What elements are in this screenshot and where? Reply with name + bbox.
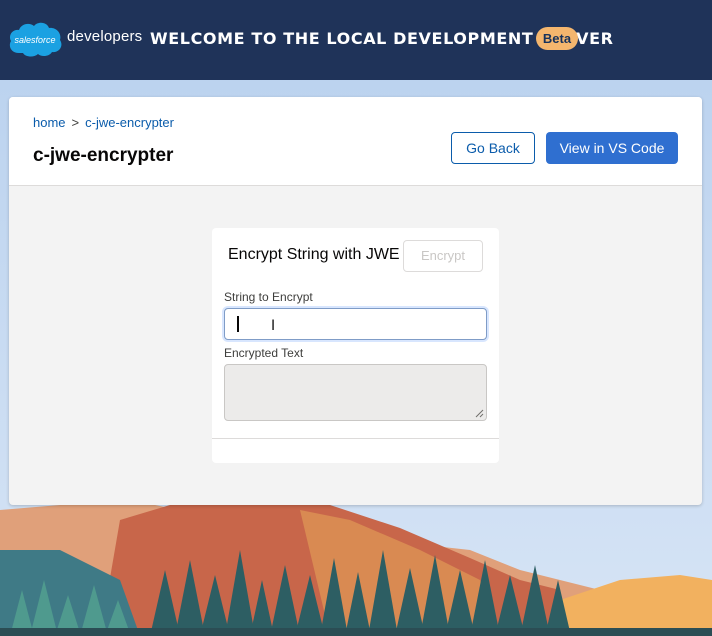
breadcrumb-current-link[interactable]: c-jwe-encrypter xyxy=(85,115,174,130)
view-in-vscode-button[interactable]: View in VS Code xyxy=(546,132,678,164)
resize-grip-icon[interactable] xyxy=(475,409,484,418)
jwe-encrypter-card: Encrypt String with JWE Encrypt String t… xyxy=(212,228,499,463)
text-caret xyxy=(237,316,239,332)
string-to-encrypt-input[interactable]: I xyxy=(224,308,487,340)
go-back-button[interactable]: Go Back xyxy=(451,132,535,164)
encrypted-text-area[interactable] xyxy=(224,364,487,421)
app-header: salesforce developers WELCOME TO THE LOC… xyxy=(0,0,712,80)
text-cursor-icon: I xyxy=(271,318,276,334)
breadcrumb-separator: > xyxy=(71,115,80,130)
component-page: home > c-jwe-encrypter c-jwe-encrypter Go … xyxy=(9,97,702,505)
page-title: c-jwe-encrypter xyxy=(33,145,174,166)
logo-developers-text: developers xyxy=(67,28,143,45)
encrypted-text-label: Encrypted Text xyxy=(224,346,304,360)
salesforce-cloud-logo[interactable]: salesforce xyxy=(7,19,63,59)
card-footer-divider xyxy=(212,438,499,439)
string-to-encrypt-label: String to Encrypt xyxy=(224,290,313,304)
logo-text: salesforce xyxy=(14,35,55,45)
card-title: Encrypt String with JWE xyxy=(228,246,400,263)
page-header: home > c-jwe-encrypter c-jwe-encrypter Go … xyxy=(9,97,702,186)
breadcrumb: home > c-jwe-encrypter xyxy=(33,115,174,130)
breadcrumb-home-link[interactable]: home xyxy=(33,115,66,130)
beta-badge: Beta xyxy=(536,27,578,50)
encrypt-button[interactable]: Encrypt xyxy=(403,240,483,272)
